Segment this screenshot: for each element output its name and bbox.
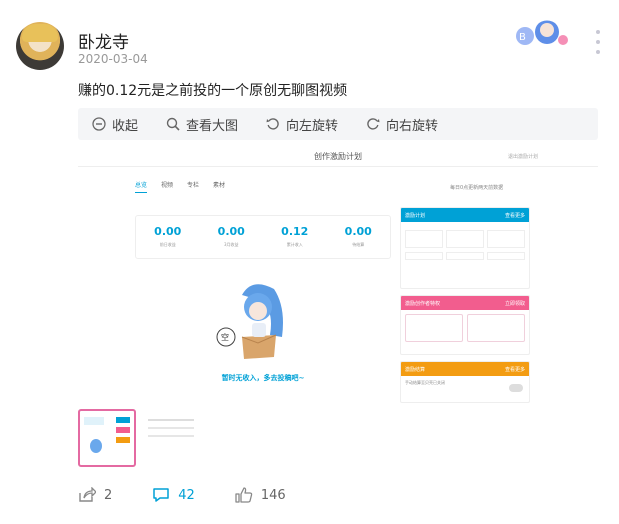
post-date: 2020-03-04 [78,52,148,66]
collapse-icon [92,117,106,131]
decoration-badge-icon: B [516,17,568,45]
image-toolbar: 收起 查看大图 向左旋转 向右旋转 [78,108,598,140]
rotate-left-label: 向左旋转 [286,118,339,134]
svg-text:空: 空 [221,332,229,342]
collapse-button[interactable]: 收起 [92,115,138,134]
image-exit-label: 退出激励计划 [507,154,538,160]
image-topbar: 创作激励计划 退出激励计划 [78,145,598,167]
image-stat: 0.00 3月收益 [200,216,264,258]
avatar[interactable] [16,22,64,70]
stat-label: 3月收益 [223,242,239,247]
share-icon [79,487,96,502]
image-panel-settle: 激励结算 查看更多 手动结算至贝壳已关闭 [400,361,530,403]
image-tab: 总览 [135,180,148,193]
image-tabs-note: 每日0点更新两天前数据 [450,185,504,191]
panel-more: 查看更多 [504,213,525,219]
comment-button[interactable]: 42 [152,487,195,503]
stat-value: 0.00 [217,225,245,238]
share-count: 2 [104,487,113,503]
image-panel-incentive: 激励计划 查看更多 [400,207,530,289]
image-tabs: 总览 视频 专栏 素材 [135,180,239,193]
rotate-left-icon [266,118,279,130]
image-tab: 视频 [161,182,174,189]
stat-value: 0.12 [281,225,309,238]
search-icon [166,117,180,131]
like-count: 146 [260,487,286,503]
image-stat: 0.00 待结算 [327,216,391,258]
image-tab: 专栏 [187,182,200,189]
image-panel-benefits: 激励创作者特权 立即领取 [400,295,530,355]
dynamic-post: 卧龙寺 2020-03-04 B 赚的0.12元是之前投的一个原创无聊图视频 收… [0,0,619,524]
view-large-button[interactable]: 查看大图 [166,115,238,134]
post-actions: 2 42 146 [78,483,598,507]
like-button[interactable]: 146 [235,487,286,503]
stat-label: 累计收入 [286,242,303,247]
empty-state-text: 暂时无收入，多去投稿吧~ [221,374,305,382]
post-text: 赚的0.12元是之前投的一个原创无聊图视频 [78,83,348,99]
panel-more: 查看更多 [504,367,525,373]
panel-more: 立即领取 [504,301,525,307]
rotate-right-label: 向右旋转 [386,118,439,134]
stat-label: 待结算 [352,242,365,247]
stat-value: 0.00 [344,225,372,238]
image-stat: 0.12 累计收入 [263,216,327,258]
collapse-label: 收起 [112,118,139,134]
image-stat: 0.00 前日收益 [136,216,200,258]
view-large-label: 查看大图 [186,118,239,134]
rotate-left-button[interactable]: 向左旋转 [266,115,338,134]
comment-icon [153,488,170,502]
rotate-right-icon [367,118,380,130]
comment-count: 42 [178,487,195,503]
svg-text:B: B [519,32,526,43]
panel-title: 激励计划 [405,213,426,219]
username[interactable]: 卧龙寺 [78,28,129,53]
panel-title: 激励创作者特权 [405,301,441,307]
image-tab: 素材 [213,182,226,189]
panel-title: 激励结算 [405,367,426,373]
rotate-right-button[interactable]: 向右旋转 [366,115,438,134]
toggle-icon [509,384,523,392]
image-thumbnail[interactable] [142,409,200,467]
share-button[interactable]: 2 [78,487,112,503]
stat-value: 0.00 [154,225,182,238]
post-image[interactable]: 创作激励计划 退出激励计划 总览 视频 专栏 素材 每日0点更新两天前数据 0.… [78,145,598,403]
image-thumbnail-selected[interactable] [78,409,136,467]
stat-label: 前日收益 [159,242,176,247]
mascot-illustration-icon: 空 [216,284,283,359]
image-stats: 0.00 前日收益 0.00 3月收益 0.12 累计收入 0.00 待结算 [135,215,391,259]
more-vertical-icon[interactable] [592,30,604,54]
thumb-up-icon [235,487,253,503]
